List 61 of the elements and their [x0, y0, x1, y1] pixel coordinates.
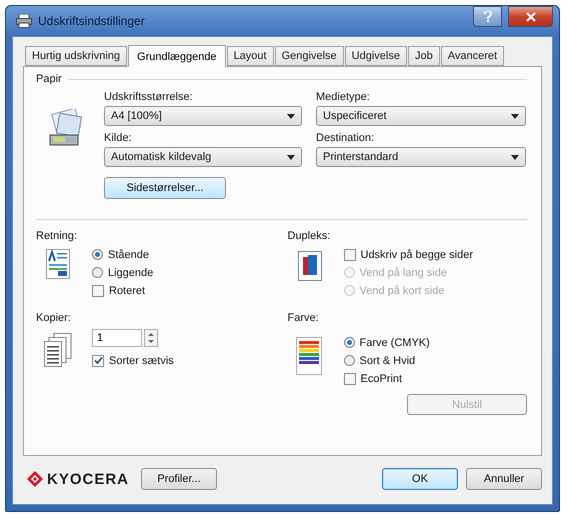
checkbox[interactable]	[92, 284, 104, 296]
tab[interactable]: Grundlæggende	[128, 45, 226, 67]
printer-icon	[16, 14, 32, 28]
logo-icon	[27, 471, 43, 487]
caret-icon	[511, 154, 519, 160]
dropdown[interactable]: Printerstandard	[316, 147, 526, 167]
section-title: Kopier:	[36, 312, 72, 324]
checkbox-label: Udskriv på begge sider	[360, 248, 474, 260]
caret-icon	[511, 114, 519, 118]
field-label: Destination:	[316, 132, 376, 144]
color-bars-icon	[296, 337, 322, 375]
radio-label: Stående	[108, 248, 149, 260]
dropdown[interactable]: Automatisk kildevalg	[104, 147, 302, 167]
caret-icon	[287, 154, 295, 160]
dialog-button[interactable]: Annuller	[466, 468, 542, 490]
close-button[interactable]	[508, 6, 553, 27]
window-title: Udskriftsindstillinger	[38, 14, 146, 28]
brand-logo-text: KYOCERA	[47, 470, 130, 488]
section-title: Farve:	[288, 312, 320, 324]
tab[interactable]: Hurtig udskrivning	[25, 46, 128, 66]
radio-label: Vend på lang side	[360, 266, 447, 278]
checkbox-label: Roteret	[109, 284, 146, 296]
tab[interactable]: Job	[408, 46, 440, 66]
radio-label: Vend på kort side	[360, 284, 445, 296]
tab[interactable]: Layout	[226, 46, 274, 66]
field-label: Kilde:	[104, 132, 133, 144]
radio-button[interactable]	[92, 267, 103, 278]
tab[interactable]: Udgivelse	[344, 46, 407, 66]
radio-label: Farve (CMYK)	[360, 336, 430, 348]
radio-label: Sort & Hvid	[360, 354, 416, 366]
help-icon	[484, 11, 492, 22]
section-title: Dupleks:	[288, 230, 332, 242]
radio-label: Liggende	[108, 266, 154, 278]
section-title: Papir	[36, 73, 62, 85]
help-button[interactable]	[473, 6, 502, 27]
page-sizes-button[interactable]: Sidestørrelser...	[104, 177, 226, 199]
field-label: Udskriftsstørrelse:	[104, 91, 194, 103]
checkbox-label: Sorter sætvis	[109, 354, 174, 366]
dialog-button[interactable]: OK	[382, 468, 458, 490]
profiles-button[interactable]: Profiler...	[141, 468, 218, 490]
checkbox[interactable]	[344, 248, 356, 260]
tab[interactable]: Avanceret	[440, 46, 504, 66]
radio-button[interactable]	[92, 249, 103, 260]
spin-arrows-icon	[148, 332, 154, 344]
tab[interactable]: Gengivelse	[274, 46, 344, 66]
checkbox[interactable]	[92, 354, 104, 366]
copies-field[interactable]: 1	[92, 329, 142, 347]
radio-button[interactable]	[344, 355, 354, 366]
close-icon	[526, 12, 536, 22]
checkbox-label: EcoPrint	[360, 372, 402, 384]
spin-buttons[interactable]	[144, 329, 158, 347]
caret-icon	[287, 114, 295, 118]
duplex-page-icon	[298, 251, 322, 281]
copies-icon	[44, 333, 72, 367]
portrait-page-icon	[46, 249, 70, 279]
dropdown[interactable]: A4 [100%]	[104, 106, 302, 126]
dropdown[interactable]: Uspecificeret	[316, 106, 526, 126]
checkbox[interactable]	[344, 372, 356, 384]
radio-button[interactable]	[344, 337, 354, 348]
field-label: Medietype:	[316, 91, 371, 103]
section-title: Retning:	[36, 230, 78, 242]
